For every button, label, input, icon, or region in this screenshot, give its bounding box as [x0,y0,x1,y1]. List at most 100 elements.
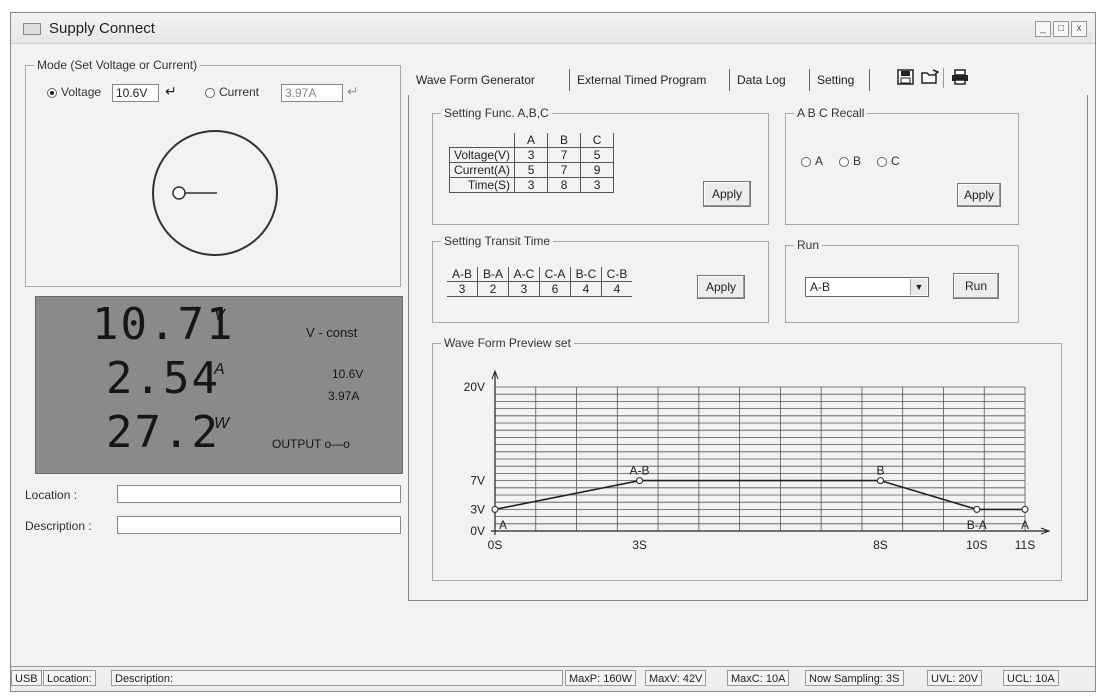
tab-external-timed-program[interactable]: External Timed Program [577,73,706,87]
table-row: Voltage(V) 3 7 5 [448,147,615,163]
app-window: Supply Connect _ □ x Mode (Set Voltage o… [10,12,1096,692]
voltage-enter-icon[interactable]: ↵ [165,83,177,100]
power-unit: W [214,415,230,432]
minimize-button[interactable]: _ [1035,21,1051,37]
table-cell[interactable]: 8 [547,177,582,193]
run-button[interactable]: Run [953,273,999,299]
status-sampling: Now Sampling: 3S [805,670,904,686]
recall-radio-a[interactable] [801,157,811,167]
x-tick-label: 10S [966,538,987,552]
table-cell[interactable]: 6 [539,281,571,297]
maximize-button[interactable]: □ [1053,21,1069,37]
column-header: C-B [601,267,632,282]
func-setting-label: Setting Func. A,B,C [441,106,552,120]
data-label: A-B [630,464,650,478]
description-input[interactable] [117,516,401,534]
status-max-voltage: MaxV: 42V [645,670,707,686]
table-cell[interactable]: 3 [514,147,549,163]
table-cell[interactable]: 3 [514,177,549,193]
tab-data-log[interactable]: Data Log [737,73,786,87]
tab-separator [729,69,730,91]
voltage-input[interactable]: 10.6V [112,84,159,102]
status-max-power: MaxP: 160W [565,670,636,686]
data-label: A [1021,518,1029,532]
voltage-radio[interactable] [47,88,57,98]
column-header: B-A [477,267,509,282]
wave-preview-chart: 20V 7V 3V 0V0S 3S 8S 10S 11S A A-B B B-A A [464,369,1051,552]
y-tick-label: 7V [470,474,485,488]
run-sequence-select[interactable]: A-B ▼ [805,277,929,297]
recall-option-c: C [891,154,900,168]
func-table: A B C Voltage(V) 3 7 5 Current(A) 5 7 9 … [448,133,615,193]
recall-apply-button[interactable]: Apply [957,183,1001,207]
data-point [973,505,981,513]
print-icon[interactable] [951,69,969,85]
table-cell[interactable]: 3 [447,281,478,297]
table-cell[interactable]: 4 [601,281,632,297]
table-corner [449,133,516,148]
current-input[interactable]: 3.97A [281,84,343,102]
recall-group-label: A B C Recall [794,106,868,120]
column-header: C-A [539,267,571,282]
y-tick-label: 3V [470,502,485,516]
column-header: B-C [570,267,602,282]
app-icon [23,23,41,35]
column-header: A-C [508,267,540,282]
wave-preview-label: Wave Form Preview set [441,336,574,350]
row-header: Current(A) [448,162,516,178]
func-apply-button[interactable]: Apply [703,181,751,207]
voltage-label: Voltage [61,85,102,99]
save-icon[interactable] [897,69,915,85]
close-button[interactable]: x [1071,21,1087,37]
tab-setting[interactable]: Setting [817,73,854,87]
data-point [876,477,884,485]
table-cell[interactable]: 2 [477,281,509,297]
open-folder-icon[interactable] [921,69,939,85]
transit-table: A-B B-A A-C C-A B-C C-B 3 2 3 6 4 4 [447,267,632,297]
control-knob[interactable] [149,127,281,259]
data-label: B [876,464,884,478]
recall-group: A B C Recall [785,106,1019,225]
table-cell[interactable]: 9 [580,162,615,178]
table-cell[interactable]: 5 [514,162,549,178]
recall-radio-b[interactable] [839,157,849,167]
data-point [491,505,499,513]
recall-radio-c[interactable] [877,157,887,167]
table-cell[interactable]: 3 [508,281,540,297]
table-cell[interactable]: 4 [570,281,602,297]
column-header: C [580,133,615,148]
title-bar: Supply Connect _ □ x [11,13,1095,44]
table-row: 3 2 3 6 4 4 [447,281,632,297]
current-radio[interactable] [205,88,215,98]
location-input[interactable] [117,485,401,503]
table-cell[interactable]: 7 [547,162,582,178]
current-unit: A [214,361,225,378]
location-label: Location : [25,488,78,502]
set-voltage-display: 10.6V [332,367,364,381]
row-header: Voltage(V) [448,147,516,163]
current-enter-icon[interactable]: ↵ [347,83,359,100]
data-point [636,477,644,485]
column-header: A-B [447,267,478,282]
current-reading: 2.54 [106,353,220,404]
run-sequence-value: A-B [810,280,831,294]
table-cell[interactable]: 3 [580,177,615,193]
status-connection: USB [11,670,42,686]
table-row: Current(A) 5 7 9 [448,162,615,178]
table-cell[interactable]: 5 [580,147,615,163]
x-tick-label: 8S [873,538,888,552]
mode-group-label: Mode (Set Voltage or Current) [34,58,201,72]
table-cell[interactable]: 7 [547,147,582,163]
transit-apply-button[interactable]: Apply [697,275,745,299]
power-reading: 27.2 [106,407,220,458]
data-label: A [499,518,507,532]
chevron-down-icon[interactable]: ▼ [910,279,927,295]
recall-option-b: B [853,154,862,168]
current-label: Current [219,85,260,99]
output-indicator: OUTPUT o—o [272,437,350,451]
column-header: B [547,133,582,148]
mode-indicator: V - const [306,325,358,340]
tab-wave-form-generator[interactable]: Wave Form Generator [416,73,535,87]
status-ucl: UCL: 10A [1003,670,1059,686]
x-tick-label: 0S [488,538,503,552]
